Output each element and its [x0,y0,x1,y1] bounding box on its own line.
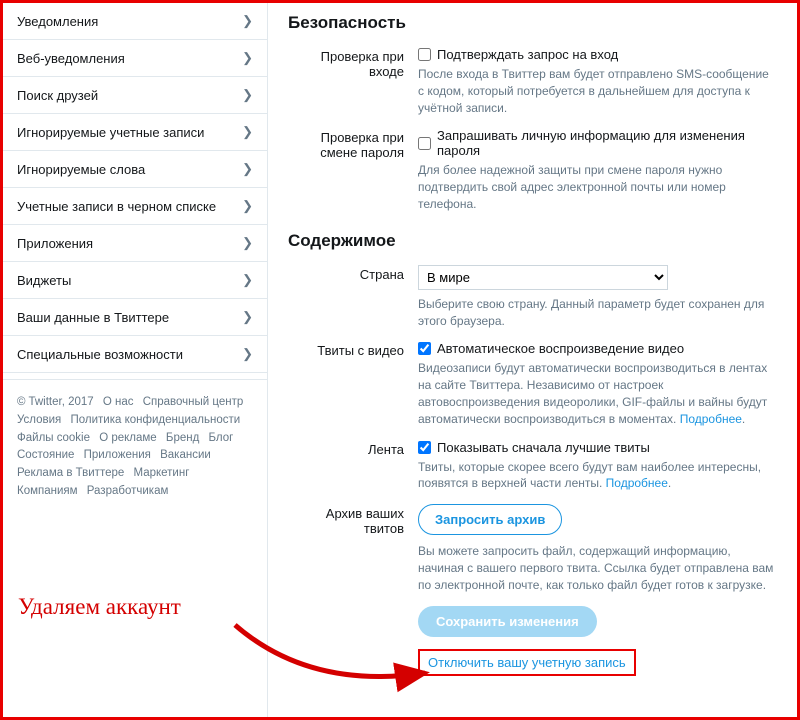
video-autoplay-checkbox[interactable] [418,342,431,355]
deactivate-account-link[interactable]: Отключить вашу учетную запись [428,655,626,670]
footer-link[interactable]: Маркетинг [133,467,189,479]
chevron-right-icon: ❯ [242,161,253,177]
chevron-right-icon: ❯ [242,309,253,325]
country-label: Страна [288,265,418,330]
chevron-right-icon: ❯ [242,50,253,66]
sidebar-item-widgets[interactable]: Виджеты ❯ [3,262,267,299]
sidebar-item-apps[interactable]: Приложения ❯ [3,225,267,262]
sidebar-item-find-friends[interactable]: Поиск друзей ❯ [3,77,267,114]
footer-link[interactable]: О нас [103,396,134,408]
sidebar-item-web-notifications[interactable]: Веб-уведомления ❯ [3,40,267,77]
sidebar-item-blocked-accounts[interactable]: Учетные записи в черном списке ❯ [3,188,267,225]
timeline-label: Лента [288,440,418,493]
footer-link[interactable]: Блог [209,432,234,444]
archive-help: Вы можете запросить файл, содержащий инф… [418,543,777,593]
security-heading: Безопасность [288,13,777,33]
chevron-right-icon: ❯ [242,346,253,362]
country-select[interactable]: В мире [418,265,668,290]
save-row: Сохранить изменения [288,606,777,637]
sidebar-item-your-data[interactable]: Ваши данные в Твиттере ❯ [3,299,267,336]
footer-link[interactable]: Вакансии [160,449,211,461]
sidebar-item-label: Веб-уведомления [17,51,125,66]
password-reset-checkbox-label: Запрашивать личную информацию для измене… [437,128,777,158]
sidebar-item-notifications[interactable]: Уведомления ❯ [3,3,267,40]
login-verification-help: После входа в Твиттер вам будет отправле… [418,66,777,116]
sidebar-item-label: Специальные возможности [17,347,183,362]
video-autoplay-label: Твиты с видео [288,341,418,427]
timeline-help: Твиты, которые скорее всего будут вам на… [418,459,777,493]
sidebar-item-label: Ваши данные в Твиттере [17,310,169,325]
footer-link[interactable]: Файлы cookie [17,432,90,444]
footer-link[interactable]: Условия [17,414,61,426]
settings-sidebar: Уведомления ❯ Веб-уведомления ❯ Поиск друз… [3,3,268,717]
sidebar-footer: © Twitter, 2017 О нас Справочный центр У… [3,379,267,501]
footer-link[interactable]: Политика конфиденциальности [71,414,241,426]
sidebar-item-label: Учетные записи в черном списке [17,199,216,214]
timeline-learn-more-link[interactable]: Подробнее [606,476,668,490]
deactivate-row: Отключить вашу учетную запись [288,649,777,676]
video-learn-more-link[interactable]: Подробнее [680,412,742,426]
sidebar-nav: Уведомления ❯ Веб-уведомления ❯ Поиск друз… [3,3,267,373]
footer-link[interactable]: Справочный центр [143,396,244,408]
footer-link[interactable]: Реклама в Твиттере [17,467,124,479]
settings-main: Безопасность Проверка при входе Подтверж… [268,3,797,717]
footer-link[interactable]: Компаниям [17,485,78,497]
request-archive-button[interactable]: Запросить архив [418,504,562,535]
sidebar-item-muted-words[interactable]: Игнорируемые слова ❯ [3,151,267,188]
login-verification-checkbox[interactable] [418,48,431,61]
video-autoplay-help: Видеозаписи будут автоматически воспроиз… [418,360,777,427]
sidebar-item-label: Игнорируемые учетные записи [17,125,204,140]
archive-label: Архив ваших твитов [288,504,418,593]
login-verification-checkbox-label: Подтверждать запрос на вход [437,47,618,62]
footer-link[interactable]: Разработчикам [87,485,169,497]
chevron-right-icon: ❯ [242,87,253,103]
chevron-right-icon: ❯ [242,272,253,288]
chevron-right-icon: ❯ [242,198,253,214]
sidebar-item-muted-accounts[interactable]: Игнорируемые учетные записи ❯ [3,114,267,151]
sidebar-item-accessibility[interactable]: Специальные возможности ❯ [3,336,267,373]
footer-link[interactable]: Бренд [166,432,199,444]
sidebar-item-label: Игнорируемые слова [17,162,145,177]
sidebar-item-label: Поиск друзей [17,88,98,103]
sidebar-item-label: Виджеты [17,273,71,288]
sidebar-item-label: Приложения [17,236,93,251]
timeline-best-tweets-checkbox[interactable] [418,441,431,454]
password-reset-help: Для более надежной защиты при смене паро… [418,162,777,212]
archive-row: Архив ваших твитов Запросить архив Вы мо… [288,504,777,593]
password-reset-row: Проверка при смене пароля Запрашивать ли… [288,128,777,212]
copyright-text: © Twitter, 2017 [17,396,94,408]
video-autoplay-checkbox-label: Автоматическое воспроизведение видео [437,341,684,356]
timeline-row: Лента Показывать сначала лучшие твиты Тв… [288,440,777,493]
country-row: Страна В мире Выберите свою страну. Данн… [288,265,777,330]
country-help: Выберите свою страну. Данный параметр бу… [418,296,777,330]
save-changes-button[interactable]: Сохранить изменения [418,606,597,637]
login-verification-row: Проверка при входе Подтверждать запрос н… [288,47,777,116]
content-heading: Содержимое [288,231,777,251]
password-reset-checkbox[interactable] [418,137,431,150]
password-reset-label: Проверка при смене пароля [288,128,418,212]
timeline-best-tweets-checkbox-label: Показывать сначала лучшие твиты [437,440,650,455]
chevron-right-icon: ❯ [242,235,253,251]
chevron-right-icon: ❯ [242,124,253,140]
chevron-right-icon: ❯ [242,13,253,29]
sidebar-item-label: Уведомления [17,14,98,29]
footer-link[interactable]: О рекламе [99,432,157,444]
footer-link[interactable]: Приложения [84,449,151,461]
login-verification-label: Проверка при входе [288,47,418,116]
video-autoplay-row: Твиты с видео Автоматическое воспроизвед… [288,341,777,427]
footer-link[interactable]: Состояние [17,449,74,461]
